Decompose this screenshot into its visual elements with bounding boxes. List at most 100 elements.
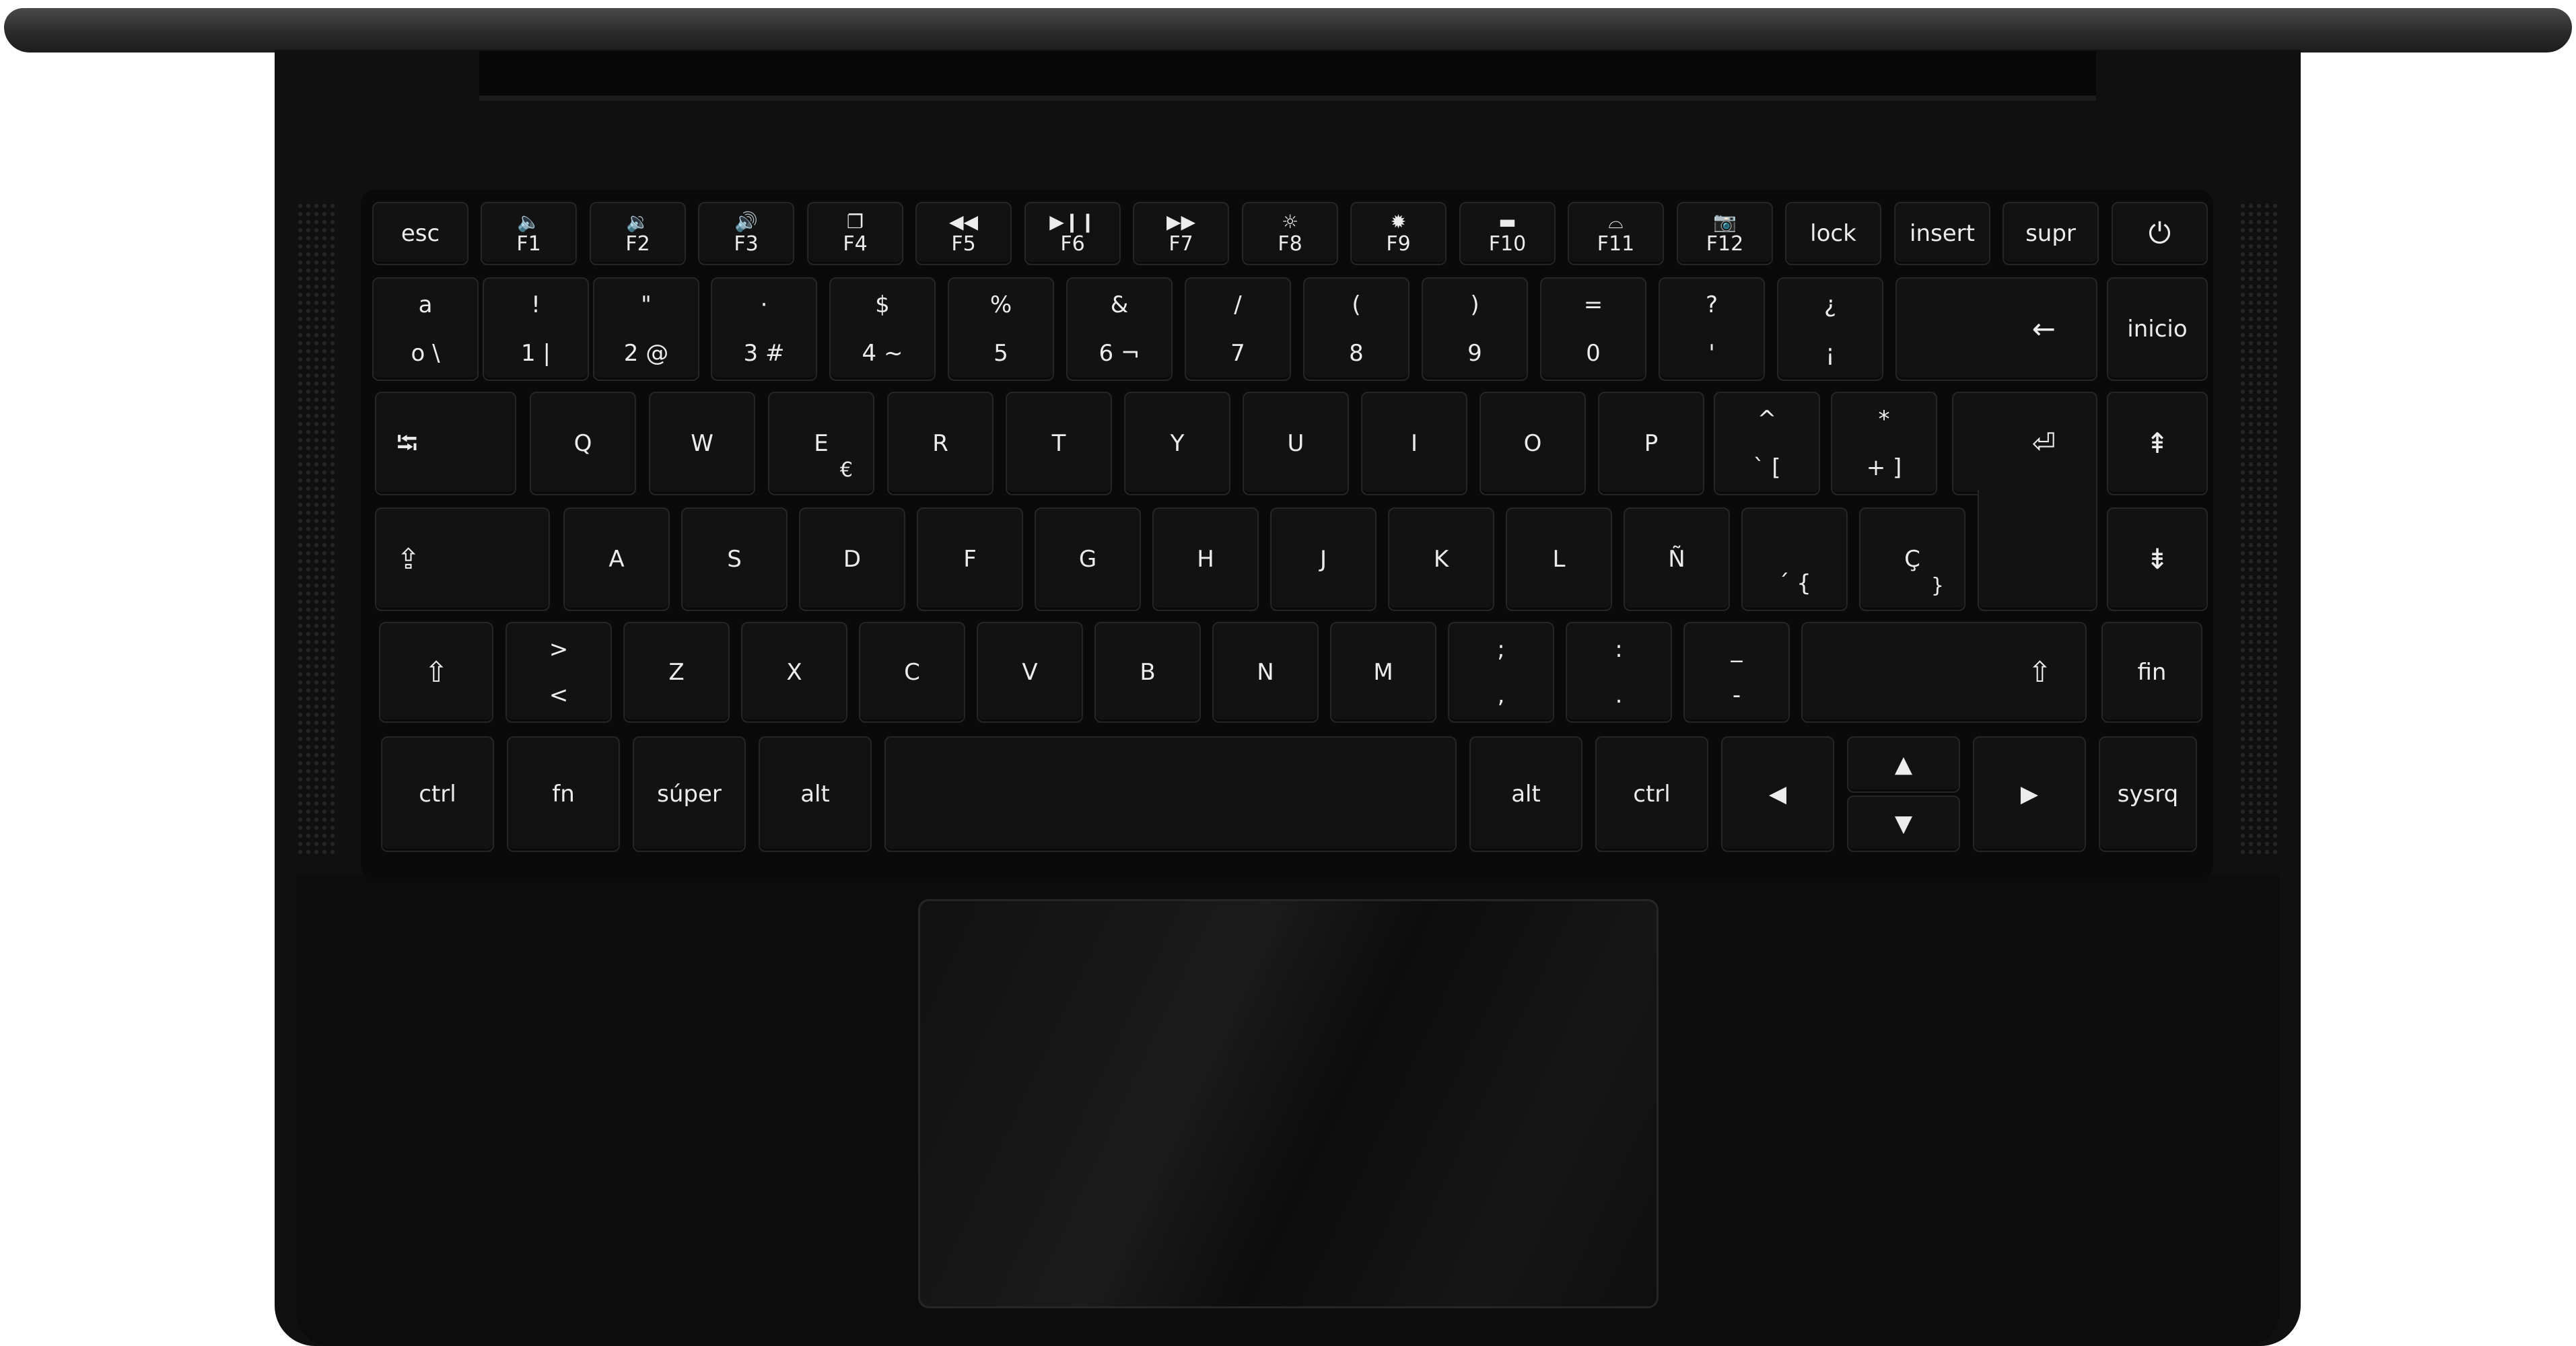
key-arrow-up[interactable]: ▲ bbox=[1847, 736, 1960, 793]
key-f[interactable]: F bbox=[917, 507, 1023, 611]
key-right-ctrl[interactable]: ctrl bbox=[1595, 736, 1708, 852]
key-top-label: % bbox=[989, 291, 1012, 318]
key-f5[interactable]: ◀◀ F5 bbox=[915, 202, 1012, 265]
key-colon-period[interactable]: :. bbox=[1566, 622, 1672, 723]
key-6[interactable]: & 6 ¬ bbox=[1066, 277, 1173, 381]
key-3[interactable]: · 3 # bbox=[711, 277, 817, 381]
key-arrow-left[interactable]: ◀ bbox=[1721, 736, 1834, 852]
key-caps-lock[interactable]: ⇪ bbox=[375, 507, 550, 611]
key-left-shift[interactable]: ⇧ bbox=[379, 622, 493, 723]
key-acute-brace[interactable]: ´ { bbox=[1741, 507, 1848, 611]
key-8[interactable]: (8 bbox=[1303, 277, 1409, 381]
key-f2[interactable]: 🔉 F2 bbox=[590, 202, 686, 265]
key-2[interactable]: " 2 @ bbox=[593, 277, 699, 381]
key-arrow-right[interactable]: ▶ bbox=[1973, 736, 2086, 852]
key-supr[interactable]: supr bbox=[2003, 202, 2099, 265]
key-lock[interactable]: lock bbox=[1785, 202, 1881, 265]
key-end[interactable]: fin bbox=[2101, 622, 2202, 723]
key-c-cedilla[interactable]: Ç} bbox=[1859, 507, 1965, 611]
key-f4[interactable]: ❐ F4 bbox=[807, 202, 903, 265]
key-f10[interactable]: ▬ F10 bbox=[1459, 202, 1556, 265]
key-n[interactable]: N bbox=[1212, 622, 1319, 723]
key-o[interactable]: O bbox=[1480, 392, 1586, 495]
key-e[interactable]: E € bbox=[768, 392, 874, 495]
key-home[interactable]: inicio bbox=[2107, 277, 2208, 381]
key-v[interactable]: V bbox=[977, 622, 1083, 723]
key-right-shift[interactable]: ⇧ bbox=[1801, 622, 2087, 723]
key-z[interactable]: Z bbox=[623, 622, 730, 723]
key-w[interactable]: W bbox=[649, 392, 755, 495]
key-g[interactable]: G bbox=[1035, 507, 1141, 611]
key-f11[interactable]: ⌓ F11 bbox=[1568, 202, 1664, 265]
key-apostrophe[interactable]: ? ' bbox=[1659, 277, 1765, 381]
key-f9[interactable]: ✹ F9 bbox=[1350, 202, 1447, 265]
key-underscore-minus[interactable]: _ - bbox=[1683, 622, 1790, 723]
key-p[interactable]: P bbox=[1598, 392, 1704, 495]
key-enter[interactable]: ⏎ bbox=[1952, 392, 2097, 495]
key-s[interactable]: S bbox=[681, 507, 788, 611]
key-esc[interactable]: esc bbox=[372, 202, 468, 265]
key-left-alt[interactable]: alt bbox=[759, 736, 872, 852]
key-f7[interactable]: ▶▶ F7 bbox=[1133, 202, 1229, 265]
key-space[interactable] bbox=[884, 736, 1457, 852]
key-f3[interactable]: 🔊 F3 bbox=[698, 202, 794, 265]
key-l[interactable]: L bbox=[1506, 507, 1612, 611]
key-i[interactable]: I bbox=[1361, 392, 1467, 495]
key-tab[interactable]: ⭾ bbox=[375, 392, 516, 495]
key-top-label: ¿ bbox=[1823, 291, 1837, 318]
key-bottom-label: 4 ~ bbox=[862, 340, 903, 367]
key-label: lock bbox=[1810, 220, 1856, 247]
key-power[interactable]: ⏻ bbox=[2112, 202, 2208, 265]
key-left-ctrl[interactable]: ctrl bbox=[381, 736, 494, 852]
key-j[interactable]: J bbox=[1270, 507, 1377, 611]
key-page-down[interactable]: ⇟ bbox=[2107, 507, 2208, 611]
key-t[interactable]: T bbox=[1006, 392, 1112, 495]
key-f12[interactable]: 📷 F12 bbox=[1677, 202, 1773, 265]
key-angle-brackets[interactable]: > < bbox=[506, 622, 612, 723]
touchpad[interactable] bbox=[918, 899, 1659, 1308]
key-bottom-label: 1 | bbox=[521, 340, 551, 367]
key-right-alt[interactable]: alt bbox=[1469, 736, 1582, 852]
key-f1[interactable]: 🔈 F1 bbox=[481, 202, 577, 265]
key-9[interactable]: ) 9 bbox=[1422, 277, 1528, 381]
key-backspace[interactable]: ← bbox=[1895, 277, 2097, 381]
key-b[interactable]: B bbox=[1094, 622, 1201, 723]
key-page-up[interactable]: ⇞ bbox=[2107, 392, 2208, 495]
key-d[interactable]: D bbox=[799, 507, 905, 611]
key-sysrq[interactable]: sysrq bbox=[2099, 736, 2197, 852]
key-f8[interactable]: ☼ F8 bbox=[1242, 202, 1338, 265]
key-1[interactable]: ! 1 | bbox=[483, 277, 589, 381]
key-label: fn bbox=[552, 781, 575, 808]
key-k[interactable]: K bbox=[1388, 507, 1494, 611]
key-label: F1 bbox=[516, 232, 541, 256]
key-u[interactable]: U bbox=[1243, 392, 1349, 495]
key-r[interactable]: R bbox=[887, 392, 994, 495]
key-enter-lower[interactable] bbox=[1978, 490, 2097, 611]
key-inverted-exclamation[interactable]: ¿ ¡ bbox=[1777, 277, 1883, 381]
key-m[interactable]: M bbox=[1330, 622, 1436, 723]
key-c[interactable]: C bbox=[859, 622, 965, 723]
key-n-tilde[interactable]: Ñ bbox=[1624, 507, 1730, 611]
key-semicolon-comma[interactable]: ;, bbox=[1448, 622, 1554, 723]
key-label: F bbox=[963, 546, 977, 573]
key-f6[interactable]: ▶❙❙ F6 bbox=[1024, 202, 1121, 265]
key-y[interactable]: Y bbox=[1124, 392, 1230, 495]
key-plus-bracket[interactable]: * + ] bbox=[1831, 392, 1937, 495]
key-5[interactable]: % 5 bbox=[948, 277, 1054, 381]
key-masculine-ordinal[interactable]: a o \ bbox=[372, 277, 479, 381]
key-7[interactable]: /7 bbox=[1185, 277, 1291, 381]
key-4[interactable]: $4 ~ bbox=[829, 277, 936, 381]
key-top-label: ) bbox=[1470, 291, 1480, 318]
key-q[interactable]: Q bbox=[530, 392, 636, 495]
key-label: F7 bbox=[1169, 232, 1193, 256]
key-a[interactable]: A bbox=[563, 507, 670, 611]
key-h[interactable]: H bbox=[1152, 507, 1259, 611]
key-fn[interactable]: fn bbox=[507, 736, 620, 852]
key-arrow-down[interactable]: ▼ bbox=[1847, 795, 1960, 852]
key-x[interactable]: X bbox=[741, 622, 847, 723]
key-grave-bracket[interactable]: ^ ` [ bbox=[1714, 392, 1820, 495]
key-super[interactable]: súper bbox=[633, 736, 746, 852]
key-insert[interactable]: insert bbox=[1894, 202, 1990, 265]
key-bottom-label: , bbox=[1497, 682, 1505, 709]
key-0[interactable]: = 0 bbox=[1540, 277, 1646, 381]
